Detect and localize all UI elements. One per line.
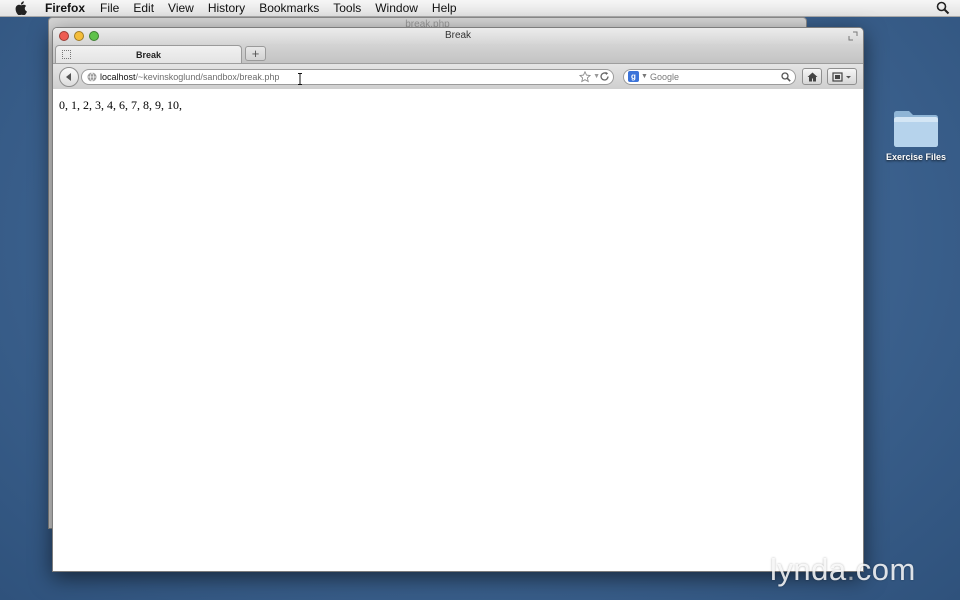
watermark-tld: com <box>855 552 916 587</box>
tab-strip: Break + <box>53 44 863 64</box>
menu-file[interactable]: File <box>93 0 126 16</box>
lynda-watermark-logo: lynda.com <box>770 552 916 588</box>
menu-edit[interactable]: Edit <box>126 0 161 16</box>
menu-window[interactable]: Window <box>368 0 425 16</box>
window-titlebar[interactable]: Break <box>53 28 863 44</box>
menu-app-firefox[interactable]: Firefox <box>37 0 93 16</box>
folder-label: Exercise Files <box>885 152 947 162</box>
page-content: 0, 1, 2, 3, 4, 6, 7, 8, 9, 10, <box>53 89 863 571</box>
search-icon[interactable] <box>781 72 791 82</box>
apple-logo-icon[interactable] <box>14 1 28 15</box>
search-placeholder: Google <box>650 72 680 82</box>
page-output-text: 0, 1, 2, 3, 4, 6, 7, 8, 9, 10, <box>59 98 182 112</box>
home-button[interactable] <box>802 68 822 85</box>
tab-favicon-icon <box>62 50 71 59</box>
menu-tools[interactable]: Tools <box>326 0 368 16</box>
watermark-brand: lynda <box>770 552 847 587</box>
url-text[interactable]: localhost/~kevinskoglund/sandbox/break.p… <box>100 70 279 84</box>
reload-icon[interactable] <box>599 71 610 82</box>
folder-icon <box>892 108 940 148</box>
watermark-dot: . <box>846 552 856 587</box>
url-path: /~kevinskoglund/sandbox/break.php <box>135 72 280 82</box>
window-title: Break <box>444 30 472 41</box>
google-icon[interactable]: g <box>628 71 639 82</box>
menubar: Firefox File Edit View History Bookmarks… <box>0 0 960 17</box>
site-identity-icon[interactable] <box>87 72 97 82</box>
tab-break[interactable]: Break <box>55 45 242 63</box>
window-controls <box>59 31 99 41</box>
desktop-folder-exercise-files[interactable]: Exercise Files <box>880 108 952 162</box>
text-cursor-icon <box>297 72 303 85</box>
search-bar[interactable]: g ▼ Google <box>623 69 796 85</box>
minimize-window-button[interactable] <box>74 31 84 41</box>
menu-bookmarks[interactable]: Bookmarks <box>252 0 326 16</box>
browser-window: Break Break + localhost/~kevinskoglund/s… <box>52 27 864 572</box>
menu-history[interactable]: History <box>201 0 252 16</box>
zoom-window-button[interactable] <box>89 31 99 41</box>
menu-help[interactable]: Help <box>425 0 464 16</box>
search-engine-dropdown-icon[interactable]: ▼ <box>641 70 648 84</box>
new-tab-button[interactable]: + <box>245 46 266 61</box>
spotlight-search-icon[interactable] <box>936 1 950 15</box>
back-arrow-icon <box>66 73 71 81</box>
url-bar[interactable]: localhost/~kevinskoglund/sandbox/break.p… <box>81 69 614 85</box>
panorama-icon <box>832 71 851 82</box>
navigation-toolbar: localhost/~kevinskoglund/sandbox/break.p… <box>53 64 863 90</box>
tab-label: Break <box>135 50 162 60</box>
home-icon <box>807 72 817 81</box>
bookmark-star-icon[interactable] <box>578 70 592 83</box>
menu-view[interactable]: View <box>161 0 201 16</box>
fullscreen-icon[interactable] <box>848 31 858 41</box>
back-button[interactable] <box>59 67 79 87</box>
url-host: localhost <box>100 72 136 82</box>
close-window-button[interactable] <box>59 31 69 41</box>
panorama-button[interactable] <box>827 68 857 85</box>
